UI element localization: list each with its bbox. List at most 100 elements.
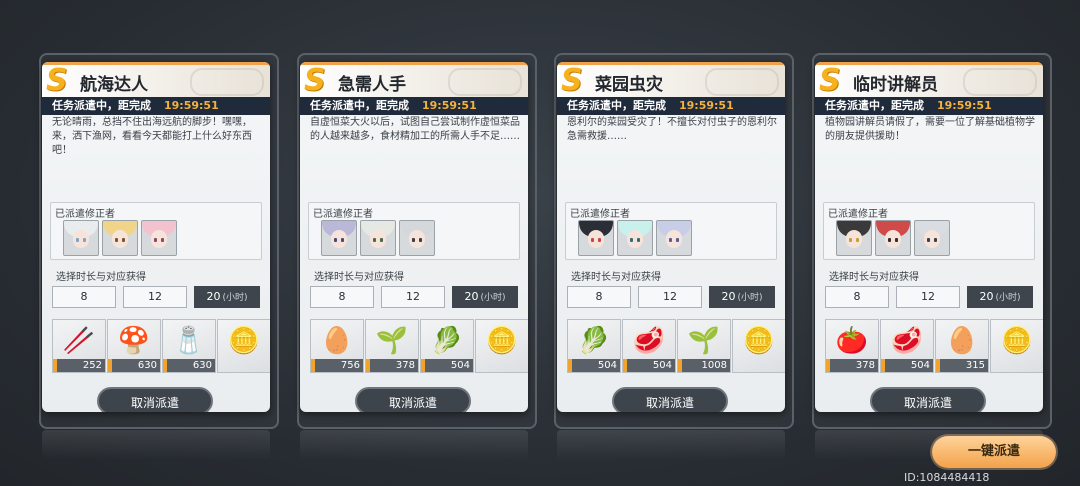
reward-item[interactable]: 🪙 xyxy=(475,319,528,373)
reward-item[interactable]: 🥚 756 xyxy=(310,319,364,373)
item-quantity: 1008 xyxy=(678,359,730,372)
reward-item[interactable]: 🥢 252 xyxy=(52,319,106,373)
item-quantity: 378 xyxy=(826,359,878,372)
card-reflection xyxy=(300,430,528,460)
dispatched-panel: 已派遣修正者 xyxy=(565,202,777,260)
item-quantity: 315 xyxy=(936,359,988,372)
rarity-stripe xyxy=(311,359,315,372)
rarity-stripe xyxy=(881,359,885,372)
duration-value: 8 xyxy=(595,290,603,303)
duration-value: 12 xyxy=(663,290,677,303)
dispatch-status-bar: 任务派遣中，距完成 19:59:51 xyxy=(557,97,785,115)
character-avatar[interactable] xyxy=(656,220,692,256)
reward-item[interactable]: 🌱 378 xyxy=(365,319,419,373)
duration-value: 8 xyxy=(80,290,88,303)
header-deco-icon xyxy=(705,68,779,96)
duration-12h-button[interactable]: 12 xyxy=(381,286,445,308)
duration-value: 12 xyxy=(148,290,162,303)
character-avatar[interactable] xyxy=(141,220,177,256)
reward-item[interactable]: 🥬 504 xyxy=(420,319,474,373)
rarity-stripe xyxy=(623,359,627,372)
rarity-stripe xyxy=(826,359,830,372)
duration-value: 20 xyxy=(206,290,221,303)
card-description: 自虚恒菜大火以后，试图自己尝试制作虚恒菜品的人越来越多，食材精加工的所需人手不足… xyxy=(310,117,520,142)
dispatch-status-bar: 任务派遣中，距完成 19:59:51 xyxy=(42,97,270,115)
character-avatar[interactable] xyxy=(360,220,396,256)
duration-value: 12 xyxy=(921,290,935,303)
rarity-stripe xyxy=(568,359,572,372)
character-avatar[interactable] xyxy=(617,220,653,256)
salt-icon: 🧂 xyxy=(172,326,206,356)
dispatch-card[interactable]: S 临时讲解员 任务派遣中，距完成 19:59:51 植物园讲解员请假了，需要一… xyxy=(815,62,1043,412)
duration-12h-button[interactable]: 12 xyxy=(123,286,187,308)
reward-item[interactable]: 🥩 504 xyxy=(622,319,676,373)
card-title: 临时讲解员 xyxy=(853,75,938,95)
character-avatar[interactable] xyxy=(578,220,614,256)
countdown-timer: 19:59:51 xyxy=(679,99,734,112)
duration-20h-button[interactable]: 20 (小时) xyxy=(967,286,1033,308)
character-avatar[interactable] xyxy=(63,220,99,256)
dispatched-panel: 已派遣修正者 xyxy=(823,202,1035,260)
countdown-timer: 19:59:51 xyxy=(164,99,219,112)
item-quantity: 630 xyxy=(108,359,160,372)
item-quantity: 504 xyxy=(623,359,675,372)
card-header: S 菜园虫灾 xyxy=(557,62,785,97)
duration-8h-button[interactable]: 8 xyxy=(825,286,889,308)
duration-8h-button[interactable]: 8 xyxy=(52,286,116,308)
duration-20h-button[interactable]: 20 (小时) xyxy=(194,286,260,308)
character-avatar[interactable] xyxy=(399,220,435,256)
duration-20h-button[interactable]: 20 (小时) xyxy=(709,286,775,308)
duration-12h-button[interactable]: 12 xyxy=(638,286,702,308)
s-rank-icon: S xyxy=(46,63,68,98)
reward-item[interactable]: 🥩 504 xyxy=(880,319,934,373)
character-avatar[interactable] xyxy=(875,220,911,256)
mushroom-icon: 🍄 xyxy=(117,326,151,356)
card-description: 无论晴雨，总挡不住出海远航的脚步！嘿嘿，来，洒下渔网，看看今天都能打上什么好东西… xyxy=(52,117,252,156)
card-header: S 急需人手 xyxy=(300,62,528,97)
duration-value: 8 xyxy=(338,290,346,303)
player-id: ID:1084484418 xyxy=(904,471,990,484)
reward-item[interactable]: 🥚 315 xyxy=(935,319,989,373)
cancel-dispatch-button[interactable]: 取消派遣 xyxy=(97,387,213,412)
reward-item[interactable]: 🪙 xyxy=(990,319,1043,373)
dispatched-panel: 已派遣修正者 xyxy=(308,202,520,260)
coin-plate-icon: 🪙 xyxy=(742,326,776,356)
cancel-dispatch-button[interactable]: 取消派遣 xyxy=(870,387,986,412)
reward-item[interactable]: 🪙 xyxy=(217,319,270,373)
duration-8h-button[interactable]: 8 xyxy=(567,286,631,308)
status-label: 任务派遣中，距完成 xyxy=(825,99,924,112)
reward-item[interactable]: 🧂 630 xyxy=(162,319,216,373)
duration-label: 选择时长与对应获得 xyxy=(829,272,919,283)
card-header: S 临时讲解员 xyxy=(815,62,1043,97)
reward-item[interactable]: 🍄 630 xyxy=(107,319,161,373)
card-title: 急需人手 xyxy=(338,75,406,95)
s-rank-icon: S xyxy=(819,63,841,98)
dispatched-panel: 已派遣修正者 xyxy=(50,202,262,260)
cancel-dispatch-button[interactable]: 取消派遣 xyxy=(612,387,728,412)
dispatch-card[interactable]: S 急需人手 任务派遣中，距完成 19:59:51 自虚恒菜大火以后，试图自己尝… xyxy=(300,62,528,412)
character-avatar[interactable] xyxy=(321,220,357,256)
card-reflection xyxy=(42,430,270,460)
status-label: 任务派遣中，距完成 xyxy=(567,99,666,112)
countdown-timer: 19:59:51 xyxy=(422,99,477,112)
duration-20h-button[interactable]: 20 (小时) xyxy=(452,286,518,308)
cancel-dispatch-button[interactable]: 取消派遣 xyxy=(355,387,471,412)
item-quantity: 756 xyxy=(311,359,363,372)
rarity-stripe xyxy=(163,359,167,372)
dispatch-card[interactable]: S 菜园虫灾 任务派遣中，距完成 19:59:51 恩利尔的菜园受灾了！不擅长对… xyxy=(557,62,785,412)
duration-12h-button[interactable]: 12 xyxy=(896,286,960,308)
reward-item[interactable]: 🍅 378 xyxy=(825,319,879,373)
character-avatar[interactable] xyxy=(102,220,138,256)
character-avatar[interactable] xyxy=(914,220,950,256)
one-click-dispatch-button[interactable]: 一键派遣 xyxy=(932,436,1056,468)
duration-label: 选择时长与对应获得 xyxy=(56,272,146,283)
card-title: 菜园虫灾 xyxy=(595,75,663,95)
reward-item[interactable]: 🥬 504 xyxy=(567,319,621,373)
card-reflection xyxy=(557,430,785,460)
character-avatar[interactable] xyxy=(836,220,872,256)
reward-item[interactable]: 🪙 xyxy=(732,319,785,373)
duration-value: 8 xyxy=(853,290,861,303)
reward-item[interactable]: 🌱 1008 xyxy=(677,319,731,373)
dispatch-card[interactable]: S 航海达人 任务派遣中，距完成 19:59:51 无论晴雨，总挡不住出海远航的… xyxy=(42,62,270,412)
duration-8h-button[interactable]: 8 xyxy=(310,286,374,308)
